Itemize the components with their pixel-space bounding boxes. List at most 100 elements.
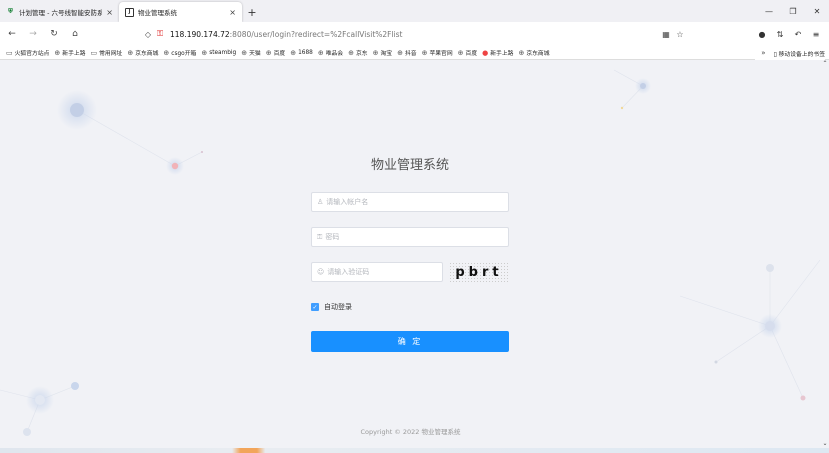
username-placeholder: 请输入帐户名 — [326, 198, 369, 206]
close-tab-icon[interactable]: × — [106, 8, 113, 17]
home-icon[interactable]: ⌂ — [66, 25, 84, 43]
address-bar[interactable]: ◇ ⚿ 118.190.174.72:8080/user/login?redir… — [142, 25, 687, 43]
user-icon: ♙ — [317, 198, 324, 206]
tab-plan-management[interactable]: ⛨ 计划管理 - 六号线智能安防系统 × — [0, 2, 119, 22]
scroll-up-icon[interactable]: ⌃ — [821, 60, 829, 68]
mobile-bookmarks[interactable]: ▯ 移动设备上的书签 — [774, 49, 825, 58]
undo-icon[interactable]: ↶ — [789, 25, 807, 43]
bookmark-label: 1688 — [298, 49, 313, 56]
bookmark-label: 苹果官网 — [429, 51, 453, 57]
bookmark-label: 淘宝 — [380, 51, 393, 57]
bookmark-item[interactable]: ⊕ 苹果官网 — [421, 48, 453, 58]
bookmark-item[interactable]: ● 新手上路 — [482, 48, 513, 58]
toolbar-right: ● ⇅ ↶ ≡ — [753, 25, 825, 43]
bookmark-item[interactable]: ⊕ 百度 — [265, 48, 286, 58]
bookmark-item[interactable]: ⊕ 京东商城 — [518, 48, 550, 58]
minimize-icon[interactable]: — — [757, 0, 781, 22]
bookmark-label: 新手上路 — [62, 51, 86, 57]
background-decoration — [0, 69, 821, 436]
captcha-input[interactable]: ☺ 请输入验证码 — [311, 262, 443, 282]
bookmark-item[interactable]: ⊕ 唯品会 — [317, 48, 344, 58]
captcha-image[interactable]: pbrt — [449, 262, 509, 282]
tab-title: 计划管理 - 六号线智能安防系统 — [19, 9, 103, 17]
taskbar-strip — [0, 448, 829, 453]
bookmark-item[interactable]: ▭ 常用网址 — [90, 48, 123, 58]
bookmark-label: 百度 — [465, 51, 478, 57]
globe-icon: ⊕ — [241, 48, 248, 57]
window-controls: — ❐ ✕ — [757, 0, 829, 22]
globe-icon: ⊕ — [518, 48, 525, 57]
password-input[interactable]: ⚿ 密码 — [311, 227, 509, 247]
close-tab-icon[interactable]: × — [229, 8, 236, 17]
bookmark-label: steambig — [209, 49, 237, 56]
navigation-bar: ← → ↻ ⌂ ◇ ⚿ 118.190.174.72:8080/user/log… — [0, 22, 829, 46]
checkbox-checked-icon[interactable]: ✓ — [311, 303, 319, 311]
bookmark-item[interactable]: ⊕ 百度 — [457, 48, 478, 58]
bookmark-label: 京东商城 — [526, 51, 550, 57]
globe-icon: ⊕ — [421, 48, 428, 57]
tracking-shield-icon[interactable]: ◇ — [142, 30, 154, 39]
tab-property-management[interactable]: J 物业管理系统 × — [119, 2, 242, 22]
globe-icon: ⊕ — [457, 48, 464, 57]
tab-title: 物业管理系统 — [138, 9, 177, 17]
extensions-icon[interactable]: ⇅ — [771, 25, 789, 43]
reload-icon[interactable]: ↻ — [45, 25, 63, 43]
bookmark-label: 抖音 — [404, 51, 417, 57]
globe-icon: ⊕ — [265, 48, 272, 57]
globe-icon: ⊕ — [397, 48, 403, 57]
folder-icon: ▭ — [6, 48, 13, 57]
bookmarks-bar: ▭ 火狐官方站点 ⊕ 新手上路 ▭ 常用网址 ⊕ 京东商城 ⊕ csgo开箱 ⊕ steambig ⊕ 天… — [0, 46, 829, 60]
bookmark-item[interactable]: ⊕ steambig — [201, 49, 236, 57]
bookmark-item[interactable]: ⊕ 1688 — [290, 49, 313, 57]
bookmark-item[interactable]: ⊕ 天猫 — [241, 48, 260, 58]
globe-icon: ⊕ — [290, 48, 297, 57]
login-page: 物业管理系统 ♙ 请输入帐户名 ⚿ 密码 ☺ 请输入验证码 pbrt ✓ 自动登… — [0, 60, 821, 448]
menu-icon[interactable]: ≡ — [807, 25, 825, 43]
page-favicon-icon: J — [125, 7, 134, 17]
bookmark-label: 常用网址 — [99, 51, 123, 57]
vertical-scrollbar[interactable]: ⌃ ⌄ — [821, 60, 829, 448]
bookmark-label: 京东 — [355, 51, 368, 57]
bookmark-item[interactable]: ⊕ 京东 — [348, 48, 368, 58]
restore-icon[interactable]: ❐ — [781, 0, 805, 22]
globe-icon: ⊕ — [317, 48, 324, 57]
bookmark-item[interactable]: ⊕ 新手上路 — [54, 48, 86, 58]
bookmark-label: 火狐官方站点 — [14, 51, 50, 57]
bookmark-item[interactable]: ⊕ 京东商城 — [127, 48, 159, 58]
submit-button[interactable]: 确 定 — [311, 331, 509, 352]
chevron-double-right-icon[interactable]: » — [761, 49, 765, 57]
captcha-placeholder: 请输入验证码 — [327, 268, 370, 276]
forward-icon[interactable]: → — [24, 25, 42, 43]
remember-me-label: 自动登录 — [324, 303, 352, 311]
bookmark-item[interactable]: ⊕ 抖音 — [397, 48, 417, 58]
bookmark-label: 唯品会 — [325, 51, 344, 57]
folder-icon: ▭ — [90, 48, 98, 57]
remember-me-checkbox[interactable]: ✓ 自动登录 — [311, 302, 352, 312]
insecure-lock-icon[interactable]: ⚿ — [154, 29, 166, 39]
lock-icon: ⚿ — [317, 232, 323, 241]
username-input[interactable]: ♙ 请输入帐户名 — [311, 192, 509, 212]
globe-icon: ⊕ — [201, 48, 208, 57]
bookmark-item[interactable]: ⊕ 淘宝 — [372, 48, 393, 58]
bookmark-label: csgo开箱 — [171, 51, 197, 57]
scroll-down-icon[interactable]: ⌄ — [821, 440, 829, 448]
globe-icon: ⊕ — [372, 48, 379, 57]
url-host: 118.190.174.72 — [170, 29, 230, 39]
account-icon[interactable]: ● — [753, 25, 771, 43]
tab-strip: ⛨ 计划管理 - 六号线智能安防系统 × J 物业管理系统 × + — ❐ ✕ — [0, 0, 829, 22]
shield-favicon-icon: ⛨ — [8, 8, 13, 15]
bookmark-label: 京东商城 — [135, 51, 159, 57]
system-title: 物业管理系统 — [370, 158, 449, 173]
bookmarks-overflow: » ▯ 移动设备上的书签 — [755, 46, 825, 60]
globe-icon: ⊕ — [348, 48, 354, 57]
back-icon[interactable]: ← — [3, 25, 21, 43]
bookmark-label: 百度 — [273, 51, 286, 57]
close-window-icon[interactable]: ✕ — [805, 0, 829, 22]
firefox-icon: ● — [482, 48, 489, 57]
bookmark-item[interactable]: ▭ 火狐官方站点 — [6, 48, 50, 58]
bookmark-item[interactable]: ⊕ csgo开箱 — [163, 48, 197, 58]
bookmark-star-icon[interactable]: ☆ — [673, 30, 687, 39]
new-tab-button[interactable]: + — [242, 2, 262, 22]
qr-code-icon[interactable]: ▦ — [659, 30, 673, 39]
password-placeholder: 密码 — [325, 233, 340, 241]
